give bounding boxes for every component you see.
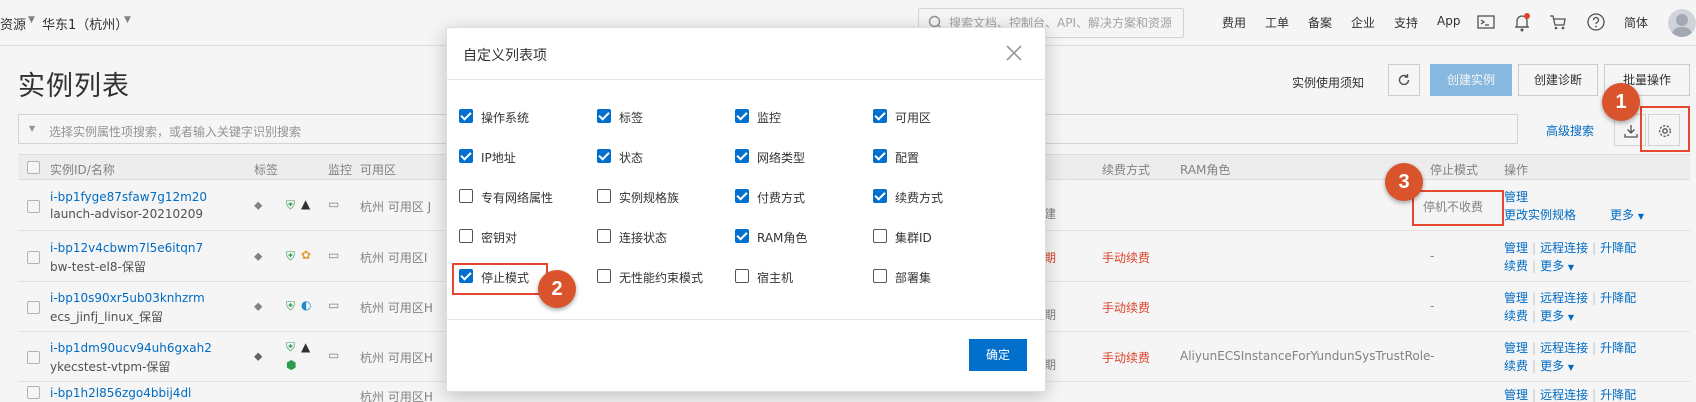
dialog-title: 自定义列表项 — [463, 48, 547, 64]
step-badge-3: 3 — [1385, 163, 1423, 201]
column-option[interactable]: 专有网络属性 — [459, 188, 589, 206]
column-option-label: 连接状态 — [619, 231, 668, 245]
close-icon[interactable] — [1003, 42, 1025, 64]
column-option-label: 状态 — [619, 151, 644, 165]
checkbox-unchecked[interactable] — [597, 269, 611, 283]
checkbox-unchecked[interactable] — [459, 189, 473, 203]
checkbox-unchecked[interactable] — [873, 269, 887, 283]
step-badge-1: 1 — [1602, 83, 1640, 121]
column-option-label: 配置 — [895, 151, 920, 165]
dialog-divider — [447, 79, 1047, 80]
checkbox-checked[interactable] — [873, 109, 887, 123]
column-option[interactable]: 无性能约束模式 — [597, 268, 727, 286]
column-option[interactable]: 连接状态 — [597, 228, 727, 246]
column-option[interactable]: 可用区 — [873, 108, 1003, 126]
checkbox-unchecked[interactable] — [459, 229, 473, 243]
column-option-label: 付费方式 — [757, 191, 806, 205]
column-option-label: RAM角色 — [757, 231, 808, 245]
checkbox-unchecked[interactable] — [873, 229, 887, 243]
step-badge-2: 2 — [538, 270, 576, 308]
column-option[interactable]: 部署集 — [873, 268, 1003, 286]
column-option-label: 部署集 — [895, 271, 932, 285]
column-option[interactable]: 实例规格族 — [597, 188, 727, 206]
column-option[interactable]: 集群ID — [873, 228, 1003, 246]
column-option-label: 网络类型 — [757, 151, 806, 165]
column-option[interactable]: 续费方式 — [873, 188, 1003, 206]
column-option-label: 续费方式 — [895, 191, 944, 205]
column-option[interactable]: 操作系统 — [459, 108, 589, 126]
column-option-label: 操作系统 — [481, 111, 530, 125]
checkbox-unchecked[interactable] — [597, 189, 611, 203]
checkbox-checked[interactable] — [735, 189, 749, 203]
column-option-label: 集群ID — [895, 231, 932, 245]
column-option[interactable]: IP地址 — [459, 148, 589, 166]
column-option-label: 无性能约束模式 — [619, 271, 704, 285]
checkbox-checked[interactable] — [459, 149, 473, 163]
highlight-stop-mode-value — [1412, 190, 1504, 226]
column-option[interactable]: 付费方式 — [735, 188, 865, 206]
column-option-label: 标签 — [619, 111, 644, 125]
checkbox-unchecked[interactable] — [735, 269, 749, 283]
column-option-label: 监控 — [757, 111, 782, 125]
checkbox-checked[interactable] — [459, 109, 473, 123]
column-option[interactable]: 监控 — [735, 108, 865, 126]
column-option[interactable]: RAM角色 — [735, 228, 865, 246]
checkbox-checked[interactable] — [735, 109, 749, 123]
checkbox-unchecked[interactable] — [597, 229, 611, 243]
column-option-label: 可用区 — [895, 111, 932, 125]
column-option[interactable]: 标签 — [597, 108, 727, 126]
highlight-settings-button — [1640, 106, 1690, 152]
column-option[interactable]: 密钥对 — [459, 228, 589, 246]
checkbox-checked[interactable] — [735, 229, 749, 243]
highlight-stop-mode-option — [452, 263, 548, 295]
column-option-label: 宿主机 — [757, 271, 794, 285]
checkbox-checked[interactable] — [735, 149, 749, 163]
column-option[interactable]: 配置 — [873, 148, 1003, 166]
dialog-divider — [447, 319, 1047, 320]
checkbox-checked[interactable] — [597, 149, 611, 163]
column-option-label: 密钥对 — [481, 231, 518, 245]
customize-columns-dialog: 自定义列表项 操作系统 标签 监控 可用区 IP地址 状态 网络类型 配置专有网络属性 实例规格… — [446, 27, 1047, 392]
confirm-button[interactable]: 确定 — [969, 339, 1027, 371]
checkbox-checked[interactable] — [873, 189, 887, 203]
column-option[interactable]: 网络类型 — [735, 148, 865, 166]
checkbox-checked[interactable] — [873, 149, 887, 163]
column-option-label: 专有网络属性 — [481, 191, 554, 205]
column-option[interactable]: 宿主机 — [735, 268, 865, 286]
column-option[interactable]: 状态 — [597, 148, 727, 166]
column-option-label: 实例规格族 — [619, 191, 680, 205]
checkbox-checked[interactable] — [597, 109, 611, 123]
column-option-label: IP地址 — [481, 151, 516, 165]
